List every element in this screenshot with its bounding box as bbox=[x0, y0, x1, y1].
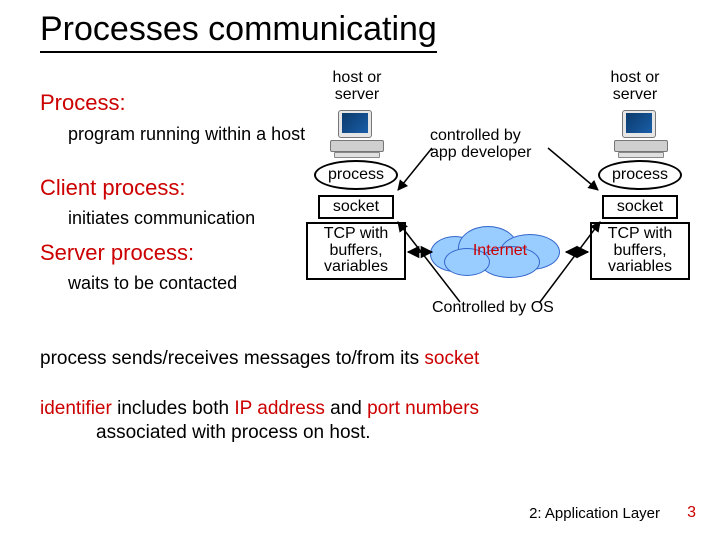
label-internet: Internet bbox=[430, 242, 570, 260]
body-line-identifier: identifier includes both IP address and … bbox=[40, 398, 680, 421]
computer-icon-left bbox=[330, 110, 384, 158]
body-line-socket: process sends/receives messages to/from … bbox=[40, 348, 680, 371]
def-process: program running within a host bbox=[68, 124, 328, 145]
body-line1-hl: socket bbox=[424, 348, 479, 369]
label-socket-left: socket bbox=[333, 199, 379, 216]
body-line2-hl3: port numbers bbox=[367, 398, 479, 419]
body-line-identifier-cont: associated with process on host. bbox=[96, 422, 680, 445]
label-host-left: host or server bbox=[322, 70, 392, 104]
body-line2-hl1: identifier bbox=[40, 398, 112, 419]
body-line2-hl2: IP address bbox=[234, 398, 324, 419]
computer-icon-right bbox=[614, 110, 668, 158]
label-process-right: process bbox=[612, 167, 668, 184]
term-client-process: Client process: bbox=[40, 175, 186, 201]
footer-page-number: 3 bbox=[687, 504, 696, 522]
term-process: Process: bbox=[40, 90, 126, 116]
ellipse-process-right: process bbox=[598, 160, 682, 190]
box-tcp-right: TCP with buffers, variables bbox=[590, 222, 690, 280]
def-client-process: initiates communication bbox=[68, 208, 298, 229]
term-server-process: Server process: bbox=[40, 240, 194, 266]
label-socket-right: socket bbox=[617, 199, 663, 216]
body-line2-pre: includes both bbox=[112, 398, 235, 419]
cloud-internet: Internet bbox=[430, 222, 570, 282]
label-controlled-developer: controlled by app developer bbox=[430, 128, 550, 162]
body-line1-pre: process sends/receives messages to/from … bbox=[40, 348, 424, 369]
label-controlled-os: Controlled by OS bbox=[432, 300, 592, 317]
label-tcp-right: TCP with buffers, variables bbox=[608, 226, 673, 276]
box-socket-left: socket bbox=[318, 195, 394, 219]
slide-title: Processes communicating bbox=[40, 10, 437, 53]
label-host-right: host or server bbox=[600, 70, 670, 104]
ellipse-process-left: process bbox=[314, 160, 398, 190]
box-socket-right: socket bbox=[602, 195, 678, 219]
body-line2-mid: and bbox=[325, 398, 367, 419]
footer-chapter: 2: Application Layer bbox=[529, 505, 660, 522]
label-process-left: process bbox=[328, 167, 384, 184]
label-tcp-left: TCP with buffers, variables bbox=[324, 226, 389, 276]
def-server-process: waits to be contacted bbox=[68, 273, 298, 294]
box-tcp-left: TCP with buffers, variables bbox=[306, 222, 406, 280]
